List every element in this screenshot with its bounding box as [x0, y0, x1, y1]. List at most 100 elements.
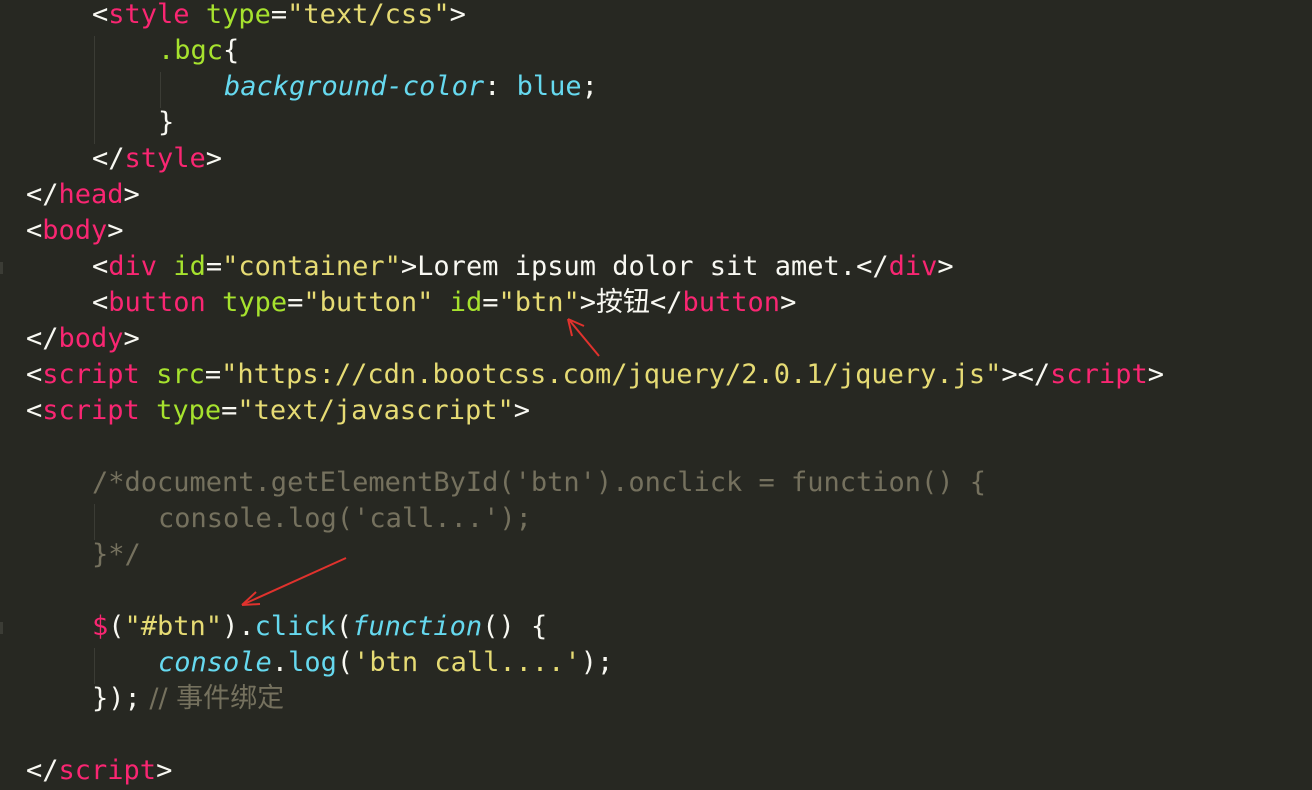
tag-name: script	[1050, 359, 1148, 390]
attribute-name: type	[205, 0, 271, 30]
element-text: Lorem ipsum dolor sit amet.	[417, 251, 857, 282]
angle-bracket: >	[579, 287, 597, 318]
attribute-name: id	[173, 251, 206, 282]
angle-bracket: >	[400, 251, 418, 282]
tag-name: style	[124, 143, 206, 174]
angle-bracket: </	[26, 179, 59, 210]
attribute-value: "https://cdn.bootcss.com/jquery/2.0.1/jq…	[221, 359, 1002, 390]
tag-name: div	[888, 251, 938, 282]
css-value: blue	[516, 71, 582, 102]
attribute-value: "container"	[222, 251, 401, 282]
equals-sign: =	[205, 251, 223, 282]
code-line-close-brace[interactable]: }	[158, 105, 174, 141]
code-line-style-open[interactable]: <style type="text/css">	[92, 0, 466, 33]
code-line-style-close[interactable]: </style>	[92, 141, 222, 177]
angle-bracket: <	[26, 395, 43, 426]
attribute-value: "btn"	[498, 287, 580, 318]
code-line-bgc-selector[interactable]: .bgc{	[158, 33, 239, 69]
equals-sign: =	[482, 287, 499, 318]
code-line-body-open[interactable]: <body>	[26, 213, 124, 249]
code-line-comment-end[interactable]: }*/	[92, 537, 141, 573]
attribute-name: type	[156, 395, 222, 426]
arrow-to-btn-id	[567, 318, 600, 357]
tag-name: button	[108, 287, 206, 318]
paren: () {	[482, 611, 548, 642]
angle-bracket: >	[107, 215, 124, 246]
attribute-value: "text/css"	[287, 0, 450, 30]
attribute-value: "text/javascript"	[237, 395, 514, 426]
jquery-dollar: $	[92, 611, 109, 642]
angle-bracket: </	[856, 251, 889, 282]
angle-bracket: >	[1001, 359, 1018, 390]
tag-name: style	[108, 0, 190, 30]
tag-name: script	[42, 359, 140, 390]
code-line-comment-body[interactable]: console.log('call...');	[158, 501, 532, 537]
function-keyword: function	[352, 611, 483, 642]
code-line-head-close[interactable]: </head>	[26, 177, 140, 213]
angle-bracket: >	[513, 395, 530, 426]
indent-guide	[160, 72, 161, 108]
brace: {	[223, 35, 240, 66]
tag-name: div	[108, 251, 158, 282]
angle-bracket: <	[26, 359, 43, 390]
fold-marker[interactable]	[0, 262, 3, 274]
closing-punctuation: });	[92, 683, 141, 714]
code-line-close-callback[interactable]: }); // 事件绑定	[92, 681, 284, 717]
code-line-script-close[interactable]: </script>	[26, 753, 172, 789]
code-line-comment-start[interactable]: /*document.getElementById('btn').onclick…	[92, 465, 986, 501]
angle-bracket: <	[92, 287, 109, 318]
tag-name: head	[58, 179, 124, 210]
angle-bracket: >	[123, 323, 140, 354]
code-line-jquery-click[interactable]: $("#btn").click(function() {	[92, 609, 547, 645]
block-comment: /*document.getElementById('btn').onclick…	[92, 467, 987, 498]
code-editor[interactable]: <style type="text/css"> .bgc{ background…	[0, 0, 1312, 790]
attribute-name: src	[156, 359, 205, 390]
code-line-background-color[interactable]: background-color: blue;	[224, 69, 598, 105]
css-property: background-color	[224, 71, 485, 102]
console-object: console	[158, 647, 272, 678]
angle-bracket: >	[205, 143, 223, 174]
paren: (	[108, 611, 125, 642]
tag-name: script	[58, 755, 157, 786]
angle-bracket: <	[92, 0, 109, 30]
element-text: 按钮	[596, 287, 651, 318]
angle-bracket: </	[92, 143, 125, 174]
angle-bracket: <	[92, 251, 109, 282]
css-selector: .bgc	[158, 35, 224, 66]
arrow-to-btn-selector	[241, 557, 347, 606]
block-comment: console.log('call...');	[158, 503, 532, 534]
attribute-name: type	[222, 287, 288, 318]
angle-bracket: </	[26, 323, 59, 354]
string-literal: 'btn call....'	[353, 647, 581, 678]
angle-bracket: </	[1017, 359, 1051, 390]
equals-sign: =	[270, 0, 288, 30]
line-comment: // 事件绑定	[140, 683, 285, 714]
code-line-button[interactable]: <button type="button" id="btn">按钮</butto…	[92, 285, 796, 321]
semicolon: ;	[581, 71, 598, 102]
method-name: log	[288, 647, 337, 678]
attribute-name: id	[449, 287, 483, 318]
equals-sign: =	[204, 359, 222, 390]
angle-bracket: >	[780, 287, 797, 318]
paren: (	[336, 647, 354, 678]
block-comment: }*/	[92, 539, 141, 570]
method-name: click	[254, 611, 336, 642]
selector-string: "#btn"	[124, 611, 223, 642]
code-line-console-log[interactable]: console.log('btn call....');	[158, 645, 613, 681]
colon: :	[484, 71, 517, 102]
angle-bracket: <	[26, 215, 43, 246]
attribute-value: "button"	[303, 287, 434, 318]
code-line-script-open[interactable]: <script type="text/javascript">	[26, 393, 530, 429]
brace: }	[158, 107, 175, 138]
angle-bracket: >	[156, 755, 173, 786]
angle-bracket: >	[937, 251, 954, 282]
code-line-div-container[interactable]: <div id="container">Lorem ipsum dolor si…	[92, 249, 954, 285]
paren: );	[580, 647, 614, 678]
indent-guide	[94, 648, 95, 684]
equals-sign: =	[221, 395, 238, 426]
code-line-script-src[interactable]: <script src="https://cdn.bootcss.com/jqu…	[26, 357, 1164, 393]
fold-marker[interactable]	[0, 622, 3, 634]
code-line-body-close[interactable]: </body>	[26, 321, 140, 357]
equals-sign: =	[287, 287, 304, 318]
tag-name: script	[42, 395, 140, 426]
